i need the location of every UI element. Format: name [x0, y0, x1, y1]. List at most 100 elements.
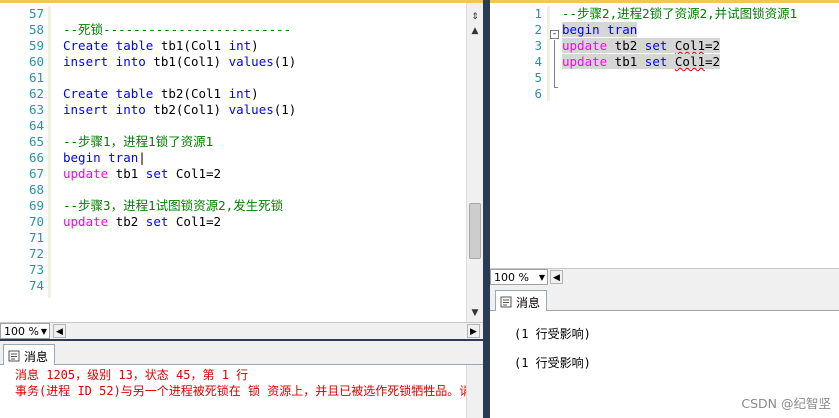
code-line[interactable]: update tb2 set Col1=2 — [63, 214, 296, 230]
code-token: begin tran — [562, 22, 638, 37]
code-line[interactable]: update tb1 set Col1=2 — [562, 54, 797, 70]
code-line[interactable] — [63, 70, 296, 86]
line-number: 67 — [28, 166, 44, 181]
left-code-area[interactable]: --死锁------------------------- Create tabl… — [63, 6, 296, 294]
line-number: 63 — [28, 102, 44, 117]
code-token: tb1(Col1) — [145, 54, 229, 69]
code-token: --步骤2,进程2锁了资源2,并试图锁资源1 — [562, 6, 798, 21]
line-number: 5 — [534, 70, 542, 85]
left-zoom-value: 100 % — [4, 325, 39, 338]
code-token: Col1 — [674, 54, 706, 69]
code-token: int — [228, 86, 252, 101]
line-number: 73 — [28, 262, 44, 277]
tab-messages-label: 消息 — [24, 349, 49, 364]
code-line[interactable] — [63, 230, 296, 246]
code-line[interactable] — [63, 278, 296, 294]
code-line[interactable]: --步骤1，进程1锁了资源1 — [63, 134, 296, 150]
code-token: values — [228, 102, 274, 117]
code-line[interactable]: begin tran — [562, 22, 797, 38]
right-zoom-select[interactable]: 100 % ▼ — [490, 269, 548, 285]
code-token: values — [228, 54, 274, 69]
line-number: 66 — [28, 150, 44, 165]
left-messages-scrollbar[interactable] — [466, 365, 483, 418]
left-zoom-select[interactable]: 100 % ▼ — [0, 323, 50, 339]
line-number: 4 — [534, 54, 542, 69]
code-line[interactable]: insert into tb1(Col1) values(1) — [63, 54, 296, 70]
code-token: begin tran — [63, 150, 139, 165]
left-zoom-bar: 100 % ▼ ◀ ▶ — [0, 322, 483, 339]
code-line[interactable] — [63, 262, 296, 278]
chevron-down-icon: ▼ — [40, 327, 47, 336]
left-scroll-thumb[interactable] — [469, 203, 481, 259]
code-line[interactable]: --步骤2,进程2锁了资源2,并试图锁资源1 — [562, 6, 797, 22]
left-vertical-scrollbar[interactable]: ⇕ ▲ ▼ — [466, 3, 483, 322]
code-line[interactable] — [63, 246, 296, 262]
code-token: =2 — [705, 38, 721, 53]
code-token: set — [644, 38, 668, 53]
left-query-editor[interactable]: 57 58 59 60 61 62 63 64 65 66 67 68 69 70 71 72 73 74 --死… — [0, 0, 483, 322]
pane-divider[interactable] — [483, 0, 490, 418]
code-line[interactable]: Create table tb1(Col1 int) — [63, 38, 296, 54]
code-token: ) — [251, 38, 259, 53]
line-number: 3 — [534, 38, 542, 53]
right-query-editor[interactable]: 123456 --步骤2,进程2锁了资源2,并试图锁资源1 begin tran u… — [490, 0, 839, 268]
code-token: Col1=2 — [168, 166, 222, 181]
code-line[interactable]: --步骤3，进程1试图锁资源2,发生死锁 — [63, 198, 296, 214]
code-token: insert into — [63, 54, 146, 69]
message-line: 消息 1205，级别 13，状态 45，第 1 行 — [15, 368, 249, 382]
code-line[interactable]: begin tran| — [63, 150, 296, 166]
code-token: int — [228, 38, 252, 53]
line-number: 61 — [28, 70, 44, 85]
line-number: 70 — [28, 214, 44, 229]
code-token: Col1=2 — [168, 214, 222, 229]
code-line[interactable]: Create table tb2(Col1 int) — [63, 86, 296, 102]
left-results-tabbar: 消息 — [0, 341, 483, 365]
code-token: tb1(Col1 — [153, 38, 229, 53]
line-number: 2 — [534, 22, 542, 37]
code-token: | — [138, 150, 146, 165]
left-line-numbers: 57 58 59 60 61 62 63 64 65 66 67 68 69 70 71 72 73 74 — [0, 6, 44, 294]
line-number: 1 — [534, 6, 542, 21]
code-token: --步骤3，进程1试图锁资源2,发生死锁 — [63, 198, 284, 213]
message-line: (1 行受影响) — [514, 356, 591, 370]
right-results-tabbar: 消息 — [490, 285, 839, 311]
left-messages-panel[interactable]: 消息 1205，级别 13，状态 45，第 1 行事务(进程 ID 52)与另一… — [0, 365, 483, 418]
code-token: update — [63, 214, 109, 229]
scroll-left-icon[interactable]: ◀ — [550, 270, 563, 284]
scroll-down-icon[interactable]: ▼ — [467, 305, 483, 321]
code-line[interactable] — [63, 6, 296, 22]
scroll-right-icon[interactable]: ▶ — [467, 324, 480, 338]
code-token: --步骤1，进程1锁了资源1 — [63, 134, 214, 149]
code-token: --死锁------------------------- — [63, 22, 292, 37]
right-code-area[interactable]: --步骤2,进程2锁了资源2,并试图锁资源1 begin tran update t… — [562, 6, 797, 102]
code-line[interactable] — [562, 70, 797, 86]
scroll-left-icon[interactable]: ◀ — [53, 324, 66, 338]
left-change-margin — [48, 6, 51, 298]
code-token: tb1 — [607, 54, 645, 69]
code-token: set — [644, 54, 668, 69]
tab-messages-label: 消息 — [516, 295, 541, 310]
code-line[interactable] — [562, 86, 797, 102]
right-zoom-bar: 100 % ▼ ◀ — [490, 268, 839, 285]
line-number: 69 — [28, 198, 44, 213]
outline-bracket — [554, 40, 558, 88]
tab-messages[interactable]: 消息 — [3, 344, 56, 365]
collapse-toggle-icon[interactable]: - — [550, 30, 559, 39]
tab-messages[interactable]: 消息 — [495, 290, 548, 311]
watermark: CSDN @纪智坚 — [741, 396, 831, 411]
code-line[interactable]: update tb2 set Col1=2 — [562, 38, 797, 54]
code-line[interactable]: update tb1 set Col1=2 — [63, 166, 296, 182]
code-token: =2 — [705, 54, 721, 69]
code-line[interactable]: --死锁------------------------- — [63, 22, 296, 38]
code-line[interactable] — [63, 118, 296, 134]
code-token — [667, 54, 675, 69]
code-token: set — [145, 166, 169, 181]
scroll-up-icon[interactable]: ▲ — [467, 23, 483, 39]
code-line[interactable]: insert into tb2(Col1) values(1) — [63, 102, 296, 118]
line-number: 59 — [28, 38, 44, 53]
code-line[interactable] — [63, 182, 296, 198]
code-token: Create table — [63, 86, 154, 101]
line-number: 74 — [28, 278, 44, 293]
code-token: tb1 — [108, 166, 146, 181]
code-token: update — [562, 38, 608, 53]
